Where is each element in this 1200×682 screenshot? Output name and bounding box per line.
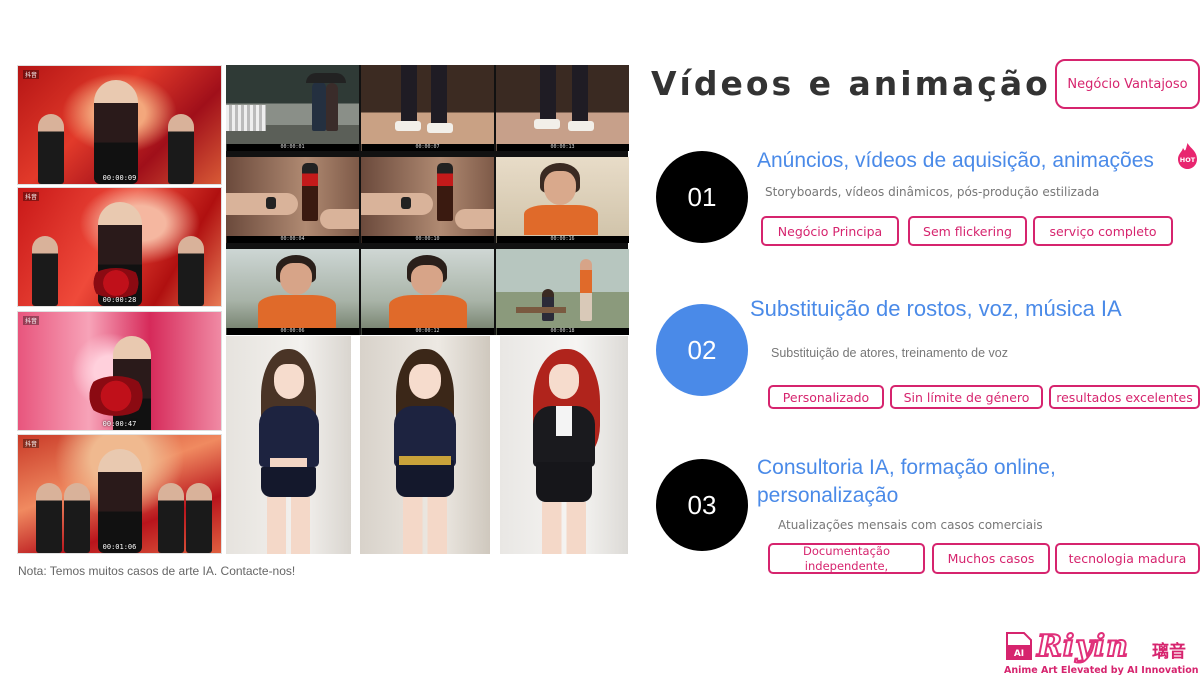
storyboard-frame: 00:00:16 [496,157,629,243]
storyboard-grid: 00:00:01 00:00:07 00:00:13 00:00:04 00:0… [226,65,629,335]
logo-wordmark: Riyin [1036,628,1129,665]
service-title: Anúncios, vídeos de aquisição, animações [757,149,1154,172]
gallery-note: Nota: Temos muitos casos de arte IA. Con… [18,564,296,578]
logo-cjk-name: 璃音 [1152,642,1186,662]
video-timecode: 00:00:04 [226,236,359,243]
service-tag: Documentação independente, [768,543,925,574]
case-gallery: 抖音 00:00:09 抖音 00:00:28 抖音 00:00:47 抖音 0… [17,65,629,554]
storyboard-frame: 00:00:13 [496,65,629,151]
video-timecode: 00:00:06 [226,328,359,335]
video-frame: 抖音 00:01:06 [17,434,222,554]
anime-illustration [500,336,628,554]
logo-ai-mark: AI [1014,649,1024,659]
storyboard-frame: 00:00:01 [226,65,359,151]
service-title: Consultoria IA, formação online, persona… [757,456,1056,507]
logo-tagline: Anime Art Elevated by AI Innovation [1004,665,1199,676]
platform-watermark: 抖音 [23,70,40,79]
video-timecode: 00:00:12 [361,328,494,335]
anime-illustration [226,336,351,554]
platform-watermark: 抖音 [23,439,40,448]
hot-flame-icon: HOT [1178,143,1197,169]
service-tag: Personalizado [768,385,884,409]
anime-character-row [226,336,628,554]
service-tag: resultados excelentes [1049,385,1200,409]
service-tag: serviço completo [1033,216,1173,246]
video-frame: 抖音 00:00:28 [17,187,222,307]
video-timecode: 00:01:06 [102,543,137,551]
video-timecode: 00:00:07 [361,144,494,151]
video-frame: 抖音 00:00:09 [17,65,222,185]
riyin-logo-icon: AI [1006,632,1032,660]
video-timecode: 00:00:13 [496,144,629,151]
hot-label: HOT [1180,156,1196,164]
service-number-badge: 03 [656,459,748,551]
service-description: Substituição de atores, treinamento de v… [771,346,1008,360]
video-frame: 抖音 00:00:47 [17,311,222,431]
service-tag: Sem flickering [908,216,1027,246]
anime-illustration [360,336,490,554]
video-timecode: 00:00:01 [226,144,359,151]
service-number-badge: 01 [656,151,748,243]
storyboard-frame: 00:00:04 [226,157,359,243]
page-title: Vídeos e animação IA [651,64,1110,103]
service-title: Substituição de rostos, voz, música IA [750,296,1122,321]
video-timecode: 00:00:09 [102,174,137,182]
service-number-badge: 02 [656,304,748,396]
video-timecode: 00:00:47 [102,420,137,428]
storyboard-frame: 00:00:12 [361,249,494,335]
service-description: Storyboards, vídeos dinâmicos, pós-produ… [765,185,1100,199]
platform-watermark: 抖音 [23,316,40,325]
dance-video-column: 抖音 00:00:09 抖音 00:00:28 抖音 00:00:47 抖音 0… [17,65,222,554]
service-description: Atualizações mensais com casos comerciai… [778,518,1043,532]
storyboard-frame: 00:00:07 [361,65,494,151]
storyboard-frame: 00:00:06 [226,249,359,335]
riyin-logo: AI Riyin 璃音 Anime Art Elevated by AI Inn… [1004,628,1199,679]
video-timecode: 00:00:18 [496,328,629,335]
platform-watermark: 抖音 [23,192,40,201]
storyboard-frame: 00:00:18 [496,249,629,335]
video-timecode: 00:00:28 [102,296,137,304]
service-tag: tecnologia madura [1055,543,1200,574]
service-tag: Muchos casos [932,543,1050,574]
advantage-badge: Negócio Vantajoso [1055,59,1200,109]
video-timecode: 00:00:16 [496,236,629,243]
service-tag: Negócio Principa [761,216,899,246]
storyboard-frame: 00:00:10 [361,157,494,243]
video-timecode: 00:00:10 [361,236,494,243]
service-tag: Sin límite de género [890,385,1043,409]
